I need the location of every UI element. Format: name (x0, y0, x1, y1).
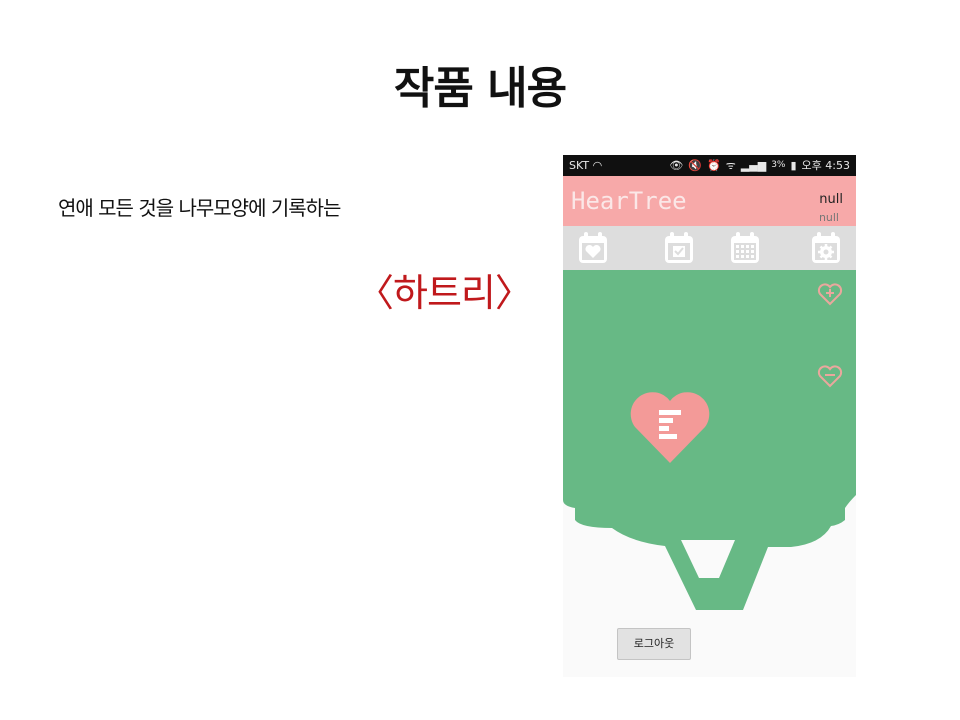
phone-screenshot: SKT ◠ 👁 🔇 ⏰ ᯤ ▂▄▆ 3% ▮ 오후 4:53 HearTree … (563, 155, 856, 677)
battery-icon: ▮ (790, 159, 797, 172)
heart-minus-icon[interactable] (817, 363, 843, 389)
calendar-check-icon[interactable] (663, 231, 695, 265)
slide-title: 작품 내용 (393, 63, 567, 114)
logout-button[interactable]: 로그아웃 (617, 628, 691, 660)
signal-icon: ▂▄▆ (740, 159, 767, 172)
slide-description: 연애 모든 것을 나무모양에 기록하는 (58, 196, 341, 220)
heart-plus-icon[interactable] (817, 281, 843, 307)
calendar-heart-icon[interactable] (577, 231, 609, 265)
user-subtitle: null (818, 211, 839, 224)
status-bar: SKT ◠ 👁 🔇 ⏰ ᯤ ▂▄▆ 3% ▮ 오후 4:53 (563, 155, 856, 176)
slide-highlight: 〈하트리〉 (356, 271, 533, 315)
mute-icon: 🔇 (688, 159, 703, 172)
calendar-settings-icon[interactable] (810, 231, 842, 265)
wifi-icon: ᯤ (725, 159, 736, 172)
carrier-label: SKT ◠ (569, 155, 602, 176)
user-name: null (819, 192, 843, 207)
battery-percent: 3% (771, 160, 786, 170)
headset-icon: ◠ (592, 159, 603, 172)
eye-icon: 👁 (669, 159, 684, 172)
app-bar: HearTree null null (563, 176, 856, 226)
calendar-grid-icon[interactable] (729, 231, 761, 265)
heart-menu-icon[interactable] (629, 387, 711, 467)
tab-bar (563, 226, 856, 270)
app-title: HearTree (571, 187, 687, 215)
clock: 오후 4:53 (801, 159, 850, 172)
alarm-icon: ⏰ (707, 159, 721, 172)
